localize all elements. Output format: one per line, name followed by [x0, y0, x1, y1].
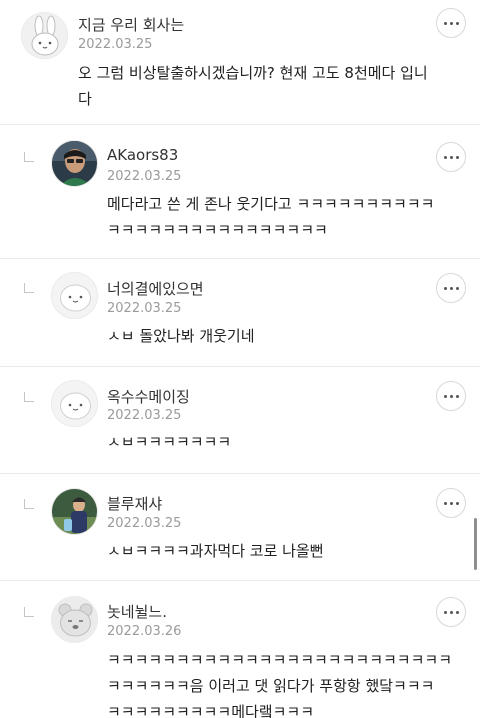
comment-nickname[interactable]: 너의결에있으면 — [107, 278, 204, 299]
comment-line: ㅋㅋㅋㅋㅋㅋㅋㅋㅋㅋㅋㅋㅋㅋㅋㅋㅋㅋㅋㅋㅋㅋㅋㅋㅋ — [107, 651, 453, 669]
comment-nickname[interactable]: 지금 우리 회사는 — [78, 14, 184, 35]
more-options-button[interactable] — [436, 142, 466, 172]
ellipsis-icon — [443, 21, 447, 25]
comment-text: ㅅㅂㅋㅋㅋㅋ과자먹다 코로 나올뻔 — [107, 538, 324, 564]
ellipsis-icon — [443, 501, 447, 505]
comment-text: ㅅㅂ 돌았나봐 개웃기네 — [107, 323, 255, 349]
scrollbar-thumb[interactable] — [474, 518, 477, 570]
reply-arrow-icon — [24, 283, 34, 293]
comment-date: 2022.03.25 — [107, 301, 182, 316]
reply-arrow-icon — [24, 607, 34, 617]
reply-item: 옥수수메이징 2022.03.25 ㅅㅂㅋㅋㅋㅋㅋㅋㅋ — [0, 367, 480, 473]
ellipsis-icon — [443, 286, 447, 290]
comment-line: ㅋㅋㅋㅋㅋㅋ음 이러고 댓 읽다가 푸항항 했닼ㅋㅋㅋ — [107, 677, 435, 695]
reply-item: 블루재샤 2022.03.25 ㅅㅂㅋㅋㅋㅋ과자먹다 코로 나올뻔 — [0, 474, 480, 580]
comment-nickname[interactable]: 놋네뉠느. — [107, 601, 167, 622]
comment-line: 오 그럼 비상탈출하시겠습니까? 현재 고도 8천메다 입니 — [78, 64, 428, 82]
comment-line: 다 — [78, 90, 92, 108]
person-photo-icon — [52, 141, 97, 186]
avatar[interactable] — [51, 596, 98, 643]
avatar[interactable] — [51, 272, 98, 319]
rabbit-icon — [22, 13, 67, 58]
comment-date: 2022.03.26 — [107, 624, 182, 639]
reply-item: 놋네뉠느. 2022.03.26 ㅋㅋㅋㅋㅋㅋㅋㅋㅋㅋㅋㅋㅋㅋㅋㅋㅋㅋㅋㅋㅋㅋㅋ… — [0, 581, 480, 718]
avatar[interactable] — [51, 140, 98, 187]
comment-line: ㅋㅋㅋㅋㅋㅋㅋㅋㅋㅋㅋㅋㅋㅋㅋㅋ — [107, 221, 328, 239]
more-options-button[interactable] — [436, 381, 466, 411]
comment-nickname[interactable]: AKaors83 — [107, 146, 178, 164]
avatar[interactable] — [51, 488, 98, 535]
ellipsis-icon — [443, 155, 447, 159]
comment-text: ㅅㅂㅋㅋㅋㅋㅋㅋㅋ — [107, 429, 231, 455]
comment-line: ㅅㅂㅋㅋㅋㅋㅋㅋㅋ — [107, 433, 232, 451]
avatar[interactable] — [51, 380, 98, 427]
more-options-button[interactable] — [436, 8, 466, 38]
comment-date: 2022.03.25 — [78, 37, 153, 52]
comment-date: 2022.03.25 — [107, 169, 182, 184]
comment-line: ㅅㅂㅋㅋㅋㅋ과자먹다 코로 나올뻔 — [107, 542, 324, 560]
comment-text: ㅋㅋㅋㅋㅋㅋㅋㅋㅋㅋㅋㅋㅋㅋㅋㅋㅋㅋㅋㅋㅋㅋㅋㅋㅋ ㅋㅋㅋㅋㅋㅋ음 이러고 댓 … — [107, 647, 452, 718]
reply-arrow-icon — [24, 392, 34, 402]
person-photo-icon — [52, 489, 97, 534]
comment-date: 2022.03.25 — [107, 516, 182, 531]
more-options-button[interactable] — [436, 273, 466, 303]
comment-text: 오 그럼 비상탈출하시겠습니까? 현재 고도 8천메다 입니 다 — [78, 60, 428, 112]
comment-text: 메다라고 쓴 게 존나 웃기다고 ㅋㅋㅋㅋㅋㅋㅋㅋㅋㅋ ㅋㅋㅋㅋㅋㅋㅋㅋㅋㅋㅋㅋ… — [107, 191, 434, 243]
comment-date: 2022.03.25 — [107, 408, 182, 423]
more-options-button[interactable] — [436, 597, 466, 627]
more-options-button[interactable] — [436, 488, 466, 518]
default-face-icon — [52, 381, 97, 426]
reply-item: AKaors83 2022.03.25 메다라고 쓴 게 존나 웃기다고 ㅋㅋㅋ… — [0, 125, 480, 258]
ellipsis-icon — [443, 610, 447, 614]
comment-nickname[interactable]: 블루재샤 — [107, 493, 162, 514]
comment-line: ㅅㅂ 돌았나봐 개웃기네 — [107, 327, 255, 345]
comment-line: ㅋㅋㅋㅋㅋㅋㅋㅋㅋ메다랰ㅋㅋㅋ — [107, 703, 315, 718]
default-face-icon — [52, 273, 97, 318]
reply-arrow-icon — [24, 152, 34, 162]
ellipsis-icon — [443, 394, 447, 398]
comment-nickname[interactable]: 옥수수메이징 — [107, 386, 190, 407]
comment-line: 메다라고 쓴 게 존나 웃기다고 ㅋㅋㅋㅋㅋㅋㅋㅋㅋㅋ — [107, 195, 435, 213]
comment-item: 지금 우리 회사는 2022.03.25 오 그럼 비상탈출하시겠습니까? 현재… — [0, 0, 480, 124]
reply-arrow-icon — [24, 499, 34, 509]
avatar[interactable] — [21, 12, 68, 59]
bear-face-icon — [52, 597, 97, 642]
reply-item: 너의결에있으면 2022.03.25 ㅅㅂ 돌았나봐 개웃기네 — [0, 259, 480, 366]
